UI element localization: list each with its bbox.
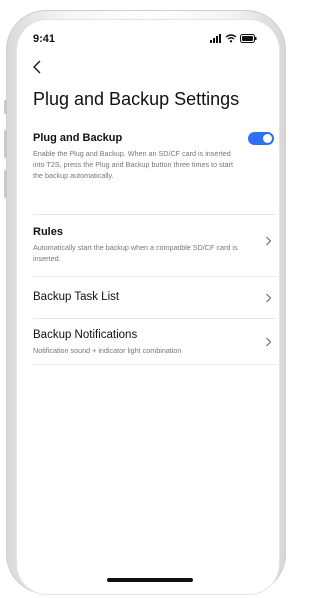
rules-label: Rules [33,226,63,238]
divider [33,276,276,277]
rules-description: Automatically start the backup when a co… [33,243,238,263]
toggle-knob [263,134,272,143]
backup-notifications-label: Backup Notifications [33,329,138,341]
backup-notifications-description: Notification sound + indicator light com… [33,346,182,355]
backup-notifications-row[interactable]: Backup Notifications Notification sound … [33,329,276,356]
home-indicator[interactable] [107,578,193,582]
signal-icon [210,34,221,43]
plug-and-backup-setting: Plug and Backup Enable the Plug and Back… [33,132,276,181]
app-screen: 9:41 Plug and Backup Settings Plug and B… [17,20,279,594]
plug-and-backup-description: Enable the Plug and Backup. When an SD/C… [33,149,234,180]
backup-task-list-label: Backup Task List [33,291,120,303]
chevron-right-icon [266,337,272,347]
backup-task-list-row[interactable]: Backup Task List [33,291,276,303]
divider [33,318,276,319]
plug-and-backup-toggle[interactable] [248,132,274,145]
divider [33,364,276,365]
page-title: Plug and Backup Settings [33,89,240,109]
chevron-right-icon [266,293,272,303]
status-indicators [210,34,257,43]
divider [33,214,276,215]
battery-icon [240,34,257,43]
phone-volume-up-button [4,130,7,158]
phone-side-button [4,100,7,114]
back-arrow-icon[interactable] [31,60,45,74]
chevron-right-icon [266,236,272,246]
status-time: 9:41 [33,33,56,45]
phone-volume-down-button [4,170,7,198]
wifi-icon [225,34,237,43]
plug-and-backup-label: Plug and Backup [33,132,123,144]
status-bar: 9:41 [17,30,279,50]
rules-row[interactable]: Rules Automatically start the backup whe… [33,226,276,264]
